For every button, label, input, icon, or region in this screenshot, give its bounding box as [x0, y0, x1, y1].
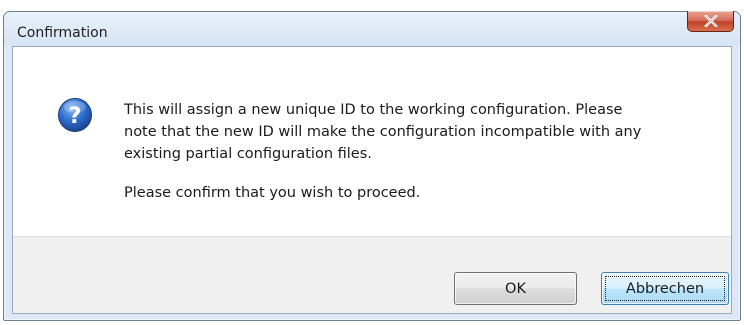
svg-text:?: ? — [69, 104, 82, 129]
title-bar[interactable]: Confirmation — [4, 11, 740, 46]
confirm-prompt: Please confirm that you wish to proceed. — [124, 185, 421, 201]
dialog-title: Confirmation — [17, 25, 108, 41]
message-text: This will assign a new unique ID to the … — [124, 99, 704, 204]
button-bar: OK Abbrechen — [13, 236, 731, 313]
question-icon: ? — [58, 98, 92, 132]
cancel-button[interactable]: Abbrechen — [601, 272, 729, 305]
close-icon — [703, 15, 718, 27]
dialog-body: ? This will assign a new unique ID to th… — [12, 46, 732, 314]
message-line-1: This will assign a new unique ID to the … — [124, 102, 623, 118]
cancel-button-label: Abbrechen — [625, 280, 705, 297]
message-line-3: existing partial configuration files. — [124, 146, 372, 162]
message-line-2: note that the new ID will make the confi… — [124, 124, 642, 140]
confirmation-dialog: Confirmation ? This will assign a new un… — [3, 11, 741, 321]
message-area: ? This will assign a new unique ID to th… — [13, 47, 731, 236]
close-button[interactable] — [687, 11, 734, 32]
ok-button[interactable]: OK — [454, 272, 577, 305]
